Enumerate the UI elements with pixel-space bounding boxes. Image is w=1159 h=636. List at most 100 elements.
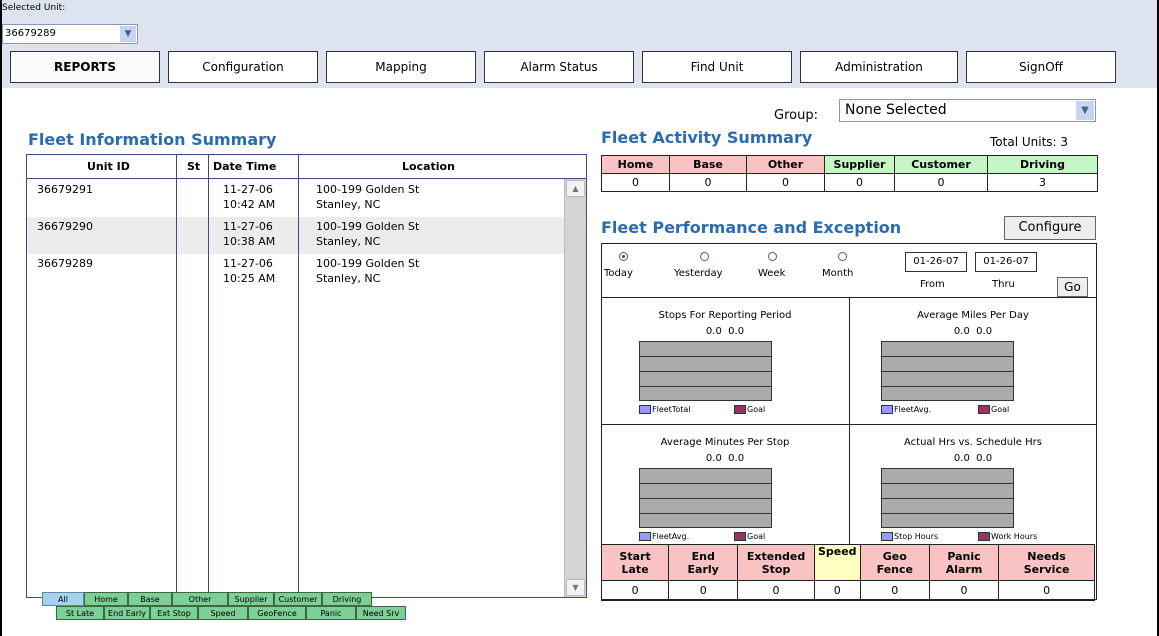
exception-header-speed: Speed <box>813 544 861 581</box>
cell-location-street: 100-199 Golden St <box>316 183 420 196</box>
filter-tab-supplier[interactable]: Supplier <box>228 592 274 606</box>
cell-time: 10:25 AM <box>223 272 276 285</box>
filter-tab-other[interactable]: Other <box>172 592 228 606</box>
tab-find-unit[interactable]: Find Unit <box>642 51 792 83</box>
chart-plot-area <box>881 468 1014 528</box>
group-dropdown[interactable]: None Selected ▼ <box>839 99 1096 122</box>
chevron-down-icon[interactable]: ▼ <box>1076 101 1094 120</box>
filter-tab-driving[interactable]: Driving <box>322 592 372 606</box>
activity-header-customer: Customer <box>894 155 988 174</box>
configure-button[interactable]: Configure <box>1004 216 1096 240</box>
tab-administration[interactable]: Administration <box>800 51 958 83</box>
period-label-month: Month <box>822 268 854 279</box>
go-button[interactable]: Go <box>1057 277 1088 297</box>
radio-month[interactable] <box>838 252 847 261</box>
header-line: Late <box>621 562 649 576</box>
header-line: Geo <box>882 549 907 563</box>
header-line: Extended <box>746 549 806 563</box>
gridline <box>640 498 771 499</box>
legend-swatch-secondary <box>734 532 746 541</box>
tab-alarm-status[interactable]: Alarm Status <box>484 51 634 83</box>
cell-date: 11-27-06 <box>223 257 273 270</box>
table-scrollbar[interactable]: ▲ ▼ <box>564 179 586 597</box>
exception-value-start-late: 0 <box>600 580 670 601</box>
cell-location-city: Stanley, NC <box>316 272 381 285</box>
gridline <box>640 356 771 357</box>
activity-value-customer: 0 <box>894 173 988 192</box>
cell-time: 10:42 AM <box>223 198 276 211</box>
scroll-down-icon[interactable]: ▼ <box>566 579 585 596</box>
radio-yesterday[interactable] <box>700 252 709 261</box>
col-location[interactable]: Location <box>402 160 455 173</box>
chart-values: 0.0 0.0 <box>602 453 848 464</box>
filter-tab-need-srv[interactable]: Need Srv <box>356 606 406 620</box>
filter-tab-all[interactable]: All <box>42 592 84 606</box>
activity-value-supplier: 0 <box>824 173 895 192</box>
legend-item: FleetAvg. <box>881 405 931 414</box>
radio-today[interactable] <box>619 252 628 261</box>
exception-header-end-early: End Early <box>668 544 739 581</box>
period-label-week: Week <box>758 268 786 279</box>
col-date-time[interactable]: Date Time <box>213 160 276 173</box>
exception-header-start-late: Start Late <box>600 544 670 581</box>
selected-unit-dropdown[interactable]: 36679289 ▼ <box>2 24 138 44</box>
tab-reports[interactable]: REPORTS <box>10 51 160 83</box>
header-line: Needs <box>1027 549 1066 563</box>
table-row[interactable]: 36679290 11-27-06 10:38 AM 100-199 Golde… <box>27 217 564 254</box>
col-st[interactable]: St <box>187 160 200 173</box>
legend-swatch-primary <box>881 532 893 541</box>
table-row[interactable]: 36679291 11-27-06 10:42 AM 100-199 Golde… <box>27 180 564 217</box>
thru-label: Thru <box>992 279 1015 290</box>
chart-value-actual: 0.0 <box>953 326 970 337</box>
from-label: From <box>920 279 945 290</box>
thru-date-input[interactable]: 01-26-07 <box>975 252 1037 272</box>
exception-header-extended-stop: Extended Stop <box>737 544 815 581</box>
header-line: Stop <box>761 562 791 576</box>
radio-week[interactable] <box>768 252 777 261</box>
filter-tab-panic[interactable]: Panic <box>306 606 356 620</box>
cell-unit-id: 36679289 <box>37 257 93 270</box>
filter-tab-home[interactable]: Home <box>84 592 128 606</box>
filter-tab-geofence[interactable]: GeoFence <box>248 606 306 620</box>
from-date-input[interactable]: 01-26-07 <box>905 252 967 272</box>
activity-value-base: 0 <box>669 173 747 192</box>
filter-tab-st-late[interactable]: St Late <box>56 606 104 620</box>
chart-title: Stops For Reporting Period <box>658 310 792 321</box>
legend-label: Goal <box>991 405 1010 414</box>
filter-tab-base[interactable]: Base <box>128 592 172 606</box>
filter-tab-speed[interactable]: Speed <box>198 606 248 620</box>
chart-title: Actual Hrs vs. Schedule Hrs <box>904 437 1042 448</box>
chart-values: 0.0 0.0 <box>850 453 1096 464</box>
header-line: Fence <box>876 562 913 576</box>
gridline <box>882 513 1013 514</box>
chart-plot-area <box>639 468 772 528</box>
header-line: End <box>691 549 715 563</box>
activity-header-supplier: Supplier <box>824 155 895 174</box>
tab-signoff[interactable]: SignOff <box>966 51 1116 83</box>
col-unit-id[interactable]: Unit ID <box>87 160 130 173</box>
group-label: Group: <box>774 108 818 123</box>
filter-tab-customer[interactable]: Customer <box>274 592 322 606</box>
chart-average-miles-per-day: Average Miles Per Day 0.0 0.0 FleetAvg. … <box>850 298 1096 425</box>
fleet-table-header: Unit ID St Date Time Location <box>27 155 586 179</box>
selected-unit-value: 36679289 <box>5 28 56 39</box>
table-row[interactable]: 36679289 11-27-06 10:25 AM 100-199 Golde… <box>27 254 564 291</box>
chart-value-actual: 0.0 <box>705 326 722 337</box>
fleet-activity-table: Home Base Other Supplier Customer Drivin… <box>601 155 1098 192</box>
legend-swatch-primary <box>639 405 651 414</box>
legend-item: FleetAvg. <box>639 532 689 541</box>
scroll-up-icon[interactable]: ▲ <box>566 180 585 197</box>
chart-values: 0.0 0.0 <box>850 326 1096 337</box>
exception-value-extended-stop: 0 <box>737 580 815 601</box>
filter-tab-ext-stop[interactable]: Ext Stop <box>150 606 198 620</box>
exception-value-end-early: 0 <box>668 580 739 601</box>
chart-value-goal: 0.0 <box>976 326 993 337</box>
tab-mapping[interactable]: Mapping <box>326 51 476 83</box>
exception-header-needs-service: Needs Service <box>998 544 1095 581</box>
tab-configuration[interactable]: Configuration <box>168 51 318 83</box>
cell-location-city: Stanley, NC <box>316 198 381 211</box>
filter-tab-end-early[interactable]: End Early <box>104 606 150 620</box>
chevron-down-icon[interactable]: ▼ <box>120 26 136 42</box>
legend-label: FleetAvg. <box>894 405 932 414</box>
cell-location-street: 100-199 Golden St <box>316 257 420 270</box>
